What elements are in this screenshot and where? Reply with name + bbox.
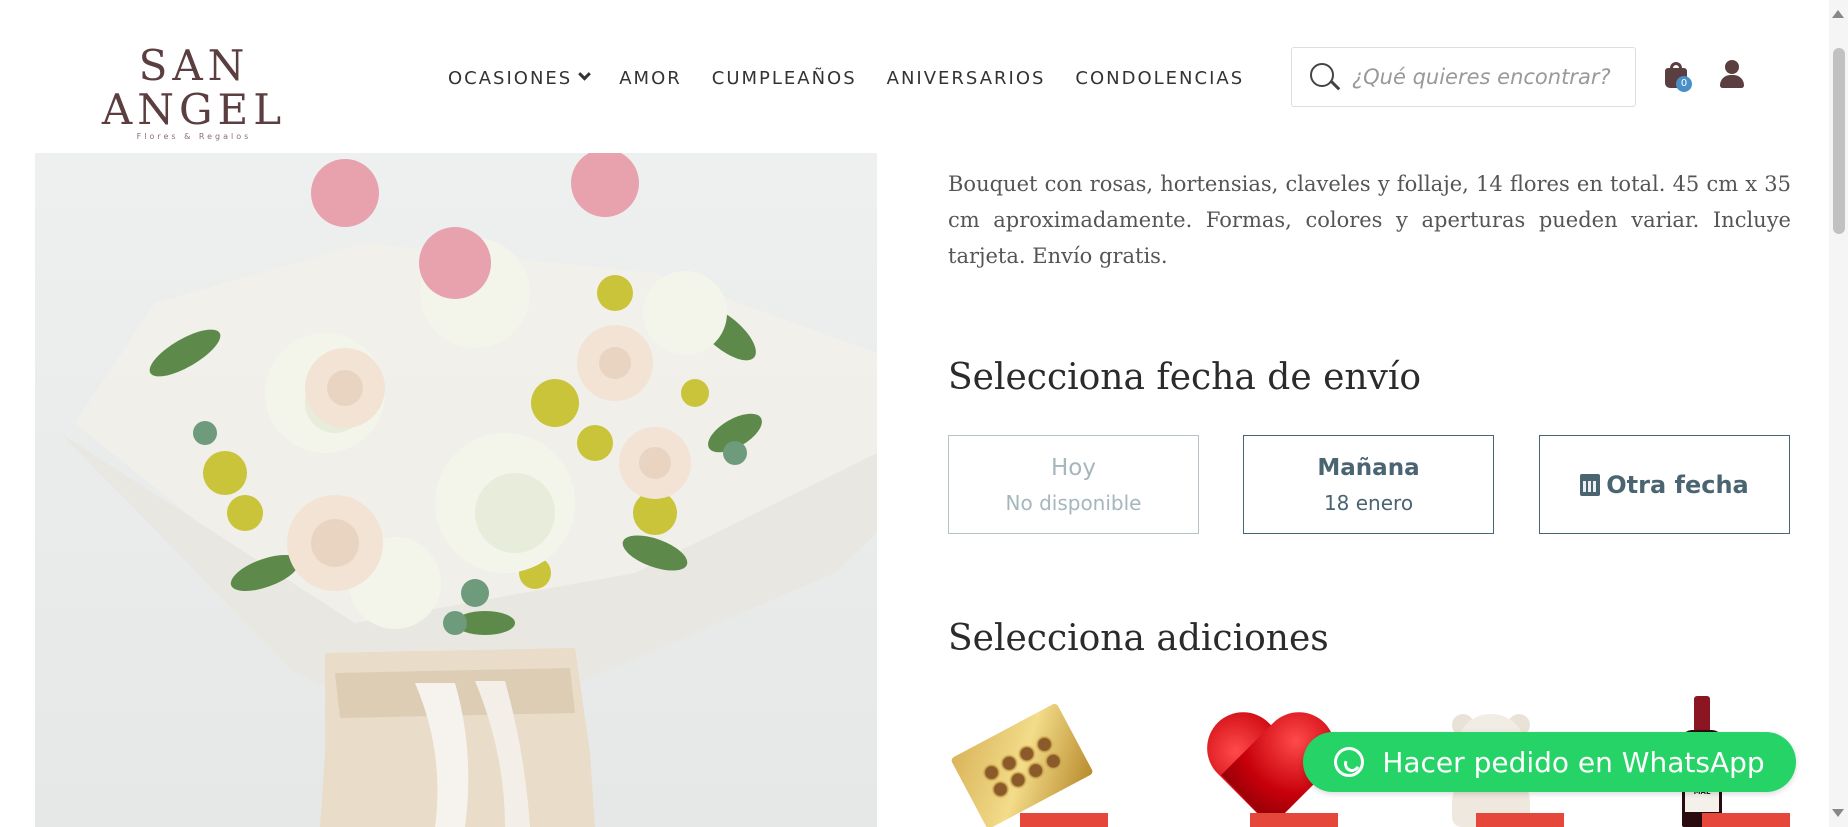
scroll-up-arrow-icon[interactable]	[1832, 10, 1844, 18]
date-option-tomorrow[interactable]: Mañana 18 enero	[1243, 435, 1494, 534]
nav-item-label: OCASIONES	[448, 67, 573, 89]
date-option-subtitle: No disponible	[1005, 490, 1142, 515]
whatsapp-order-button[interactable]: Hacer pedido en WhatsApp	[1303, 732, 1796, 792]
shipping-date-title: Selecciona fecha de envío	[948, 357, 1422, 398]
whatsapp-icon	[1334, 747, 1365, 777]
chocolates-image	[950, 702, 1094, 827]
whatsapp-button-label: Hacer pedido en WhatsApp	[1382, 745, 1765, 779]
page-scrollbar[interactable]	[1829, 0, 1848, 827]
calendar-icon	[1580, 473, 1601, 496]
cart-button[interactable]: 0	[1664, 62, 1692, 92]
site-logo[interactable]: SAN ANGEL Flores & Regalos	[68, 41, 320, 142]
sale-tag	[1476, 813, 1564, 827]
date-option-other[interactable]: Otra fecha	[1539, 435, 1790, 534]
date-option-subtitle: 18 enero	[1323, 490, 1414, 515]
main-nav: OCASIONES AMOR CUMPLEAÑOS ANIVERSARIOS C…	[448, 66, 1274, 90]
date-option-title: Mañana	[1317, 454, 1420, 481]
cart-count-badge: 0	[1676, 76, 1692, 92]
date-option-title: Otra fecha	[1606, 470, 1749, 499]
logo-name: SAN ANGEL	[101, 41, 287, 134]
search-box	[1291, 47, 1636, 107]
sale-tag	[1250, 813, 1338, 827]
nav-item-amor[interactable]: AMOR	[619, 68, 682, 89]
scroll-down-arrow-icon[interactable]	[1832, 809, 1844, 817]
date-option-today: Hoy No disponible	[948, 435, 1199, 534]
scrollbar-thumb[interactable]	[1833, 48, 1845, 234]
nav-item-ocasiones[interactable]: OCASIONES	[448, 67, 592, 89]
search-icon[interactable]	[1308, 61, 1341, 93]
additions-title: Selecciona adiciones	[948, 618, 1329, 659]
bouquet-illustration	[60, 153, 877, 827]
nav-item-cumpleanos[interactable]: CUMPLEAÑOS	[712, 68, 857, 89]
date-option-title: Hoy	[1051, 454, 1096, 481]
nav-item-aniversarios[interactable]: ANIVERSARIOS	[887, 68, 1046, 89]
product-image[interactable]	[35, 153, 877, 827]
nav-item-condolencias[interactable]: CONDOLENCIAS	[1075, 68, 1244, 89]
search-input[interactable]	[1352, 65, 1622, 89]
addition-item-chocolates[interactable]	[950, 696, 1110, 827]
product-description: Bouquet con rosas, hortensias, claveles …	[948, 172, 1791, 268]
sale-tag	[1020, 813, 1108, 827]
chevron-down-icon	[578, 67, 592, 81]
account-button[interactable]	[1719, 60, 1745, 90]
user-icon	[1725, 60, 1739, 74]
sale-tag	[1702, 813, 1790, 827]
